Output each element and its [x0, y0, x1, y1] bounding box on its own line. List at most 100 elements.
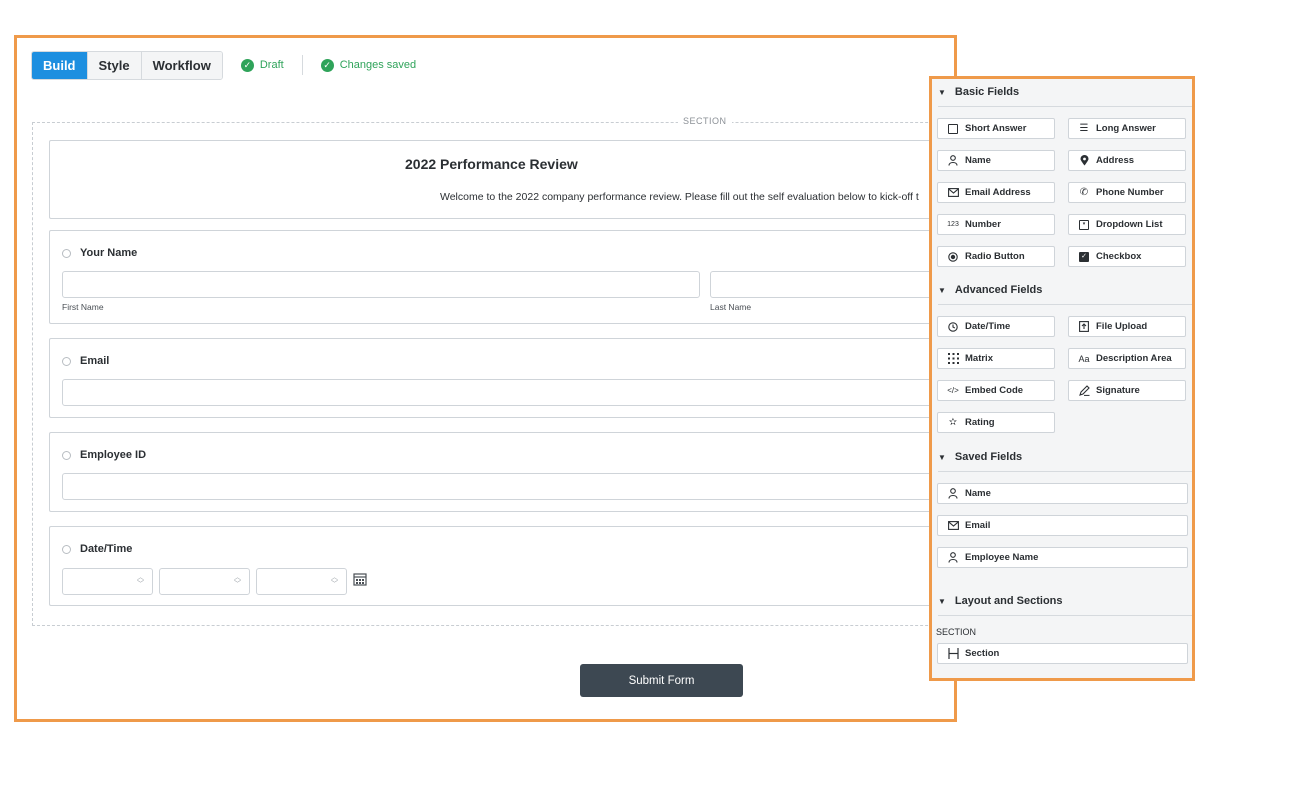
- field-label: Employee ID: [80, 449, 147, 461]
- year-select[interactable]: ︿ ﹀: [256, 568, 347, 595]
- day-select[interactable]: ︿ ﹀: [159, 568, 250, 595]
- code-icon: </>: [947, 386, 959, 395]
- chevron-updown-icon: ︿ ﹀: [234, 574, 241, 588]
- first-name-input[interactable]: [62, 271, 700, 298]
- group-divider: [938, 615, 1192, 616]
- form-title: 2022 Performance Review: [405, 156, 578, 172]
- form-header-card[interactable]: 2022 Performance Review Welcome to the 2…: [49, 140, 954, 219]
- form-description: Welcome to the 2022 company performance …: [440, 191, 919, 203]
- chevron-updown-icon: ︿ ﹀: [331, 574, 338, 588]
- field-label: Dropdown List: [1096, 219, 1163, 230]
- field-phone-number[interactable]: ✆ Phone Number: [1068, 182, 1186, 203]
- field-checkbox[interactable]: ✓ Checkbox: [1068, 246, 1186, 267]
- field-date-time[interactable]: Date/Time: [937, 316, 1055, 337]
- check-circle-icon: ✓: [240, 58, 254, 72]
- field-label: Embed Code: [965, 385, 1024, 396]
- field-handle-icon: [62, 249, 71, 258]
- calendar-icon[interactable]: [353, 572, 367, 589]
- tab-style[interactable]: Style: [87, 51, 142, 79]
- person-icon: [946, 488, 960, 499]
- person-icon: [946, 552, 960, 563]
- field-signature[interactable]: Signature: [1068, 380, 1186, 401]
- caret-down-icon: ▼: [938, 285, 946, 295]
- field-rating[interactable]: ✫ Rating: [937, 412, 1055, 433]
- draft-status-label: Draft: [259, 59, 284, 71]
- field-card-name[interactable]: Your Name First Name Last Name: [49, 230, 954, 324]
- field-label: Your Name: [80, 247, 138, 259]
- first-name-sublabel: First Name: [62, 302, 104, 312]
- field-label: Description Area: [1096, 353, 1172, 364]
- field-label: Signature: [1096, 385, 1140, 396]
- clock-icon: [946, 321, 960, 332]
- text-icon: Aa: [1078, 353, 1090, 364]
- section-icon: [946, 648, 960, 659]
- draft-status: ✓ Draft: [240, 58, 284, 72]
- employee-id-input[interactable]: [62, 473, 954, 500]
- field-address[interactable]: Address: [1068, 150, 1186, 171]
- field-label: Email: [965, 520, 991, 531]
- field-label: Short Answer: [965, 123, 1027, 134]
- email-input[interactable]: [62, 379, 954, 406]
- field-radio-button[interactable]: Radio Button: [937, 246, 1055, 267]
- layout-sublabel: SECTION: [936, 627, 977, 637]
- advanced-fields-header[interactable]: ▼ Advanced Fields: [938, 284, 1042, 296]
- group-title: Saved Fields: [954, 451, 1023, 463]
- group-title: Basic Fields: [954, 86, 1020, 98]
- saved-field-name[interactable]: Name: [937, 483, 1188, 504]
- tab-build[interactable]: Build: [32, 51, 88, 79]
- field-dropdown-list[interactable]: ▾ Dropdown List: [1068, 214, 1186, 235]
- last-name-input[interactable]: [710, 271, 954, 298]
- field-label: Email: [80, 355, 110, 367]
- check-circle-icon: ✓: [320, 58, 334, 72]
- layout-section[interactable]: Section: [937, 643, 1188, 664]
- field-matrix[interactable]: Matrix: [937, 348, 1055, 369]
- field-card-employee-id[interactable]: Employee ID: [49, 432, 954, 512]
- field-handle-icon: [62, 357, 71, 366]
- caret-down-icon: ▼: [938, 596, 946, 606]
- field-name[interactable]: Name: [937, 150, 1055, 171]
- pen-icon: [1077, 385, 1091, 396]
- checkbox-icon: ✓: [1077, 251, 1091, 262]
- toolbar-divider: [301, 55, 303, 75]
- field-number[interactable]: 123 Number: [937, 214, 1055, 235]
- field-card-datetime[interactable]: Date/Time ︿ ﹀ ︿ ﹀ ︿ ﹀: [49, 526, 954, 606]
- month-select[interactable]: ︿ ﹀: [62, 568, 153, 595]
- field-card-email[interactable]: Email: [49, 338, 954, 418]
- tab-workflow[interactable]: Workflow: [141, 51, 222, 79]
- builder-toolbar: Build Style Workflow ✓ Draft ✓ Changes s…: [31, 50, 417, 80]
- radio-icon: [946, 251, 960, 262]
- group-divider: [938, 304, 1192, 305]
- long-answer-icon: ☰: [1079, 123, 1089, 134]
- number-icon: 123: [947, 221, 959, 228]
- layout-sections-header[interactable]: ▼ Layout and Sections: [938, 595, 1063, 607]
- field-label: Rating: [965, 417, 995, 428]
- upload-icon: [1077, 321, 1091, 332]
- field-handle-icon: [62, 451, 71, 460]
- field-label: Section: [965, 648, 1000, 659]
- saved-status-label: Changes saved: [339, 59, 417, 71]
- field-email-address[interactable]: Email Address: [937, 182, 1055, 203]
- field-label: Long Answer: [1096, 123, 1156, 134]
- form-builder: Build Style Workflow ✓ Draft ✓ Changes s…: [14, 35, 957, 722]
- submit-form-button[interactable]: Submit Form: [580, 664, 743, 697]
- field-label: Address: [1096, 155, 1135, 166]
- field-label: Number: [965, 219, 1001, 230]
- saved-status: ✓ Changes saved: [320, 58, 417, 72]
- group-title: Advanced Fields: [954, 284, 1043, 296]
- field-label: Employee Name: [965, 552, 1039, 563]
- field-file-upload[interactable]: File Upload: [1068, 316, 1186, 337]
- person-icon: [946, 155, 960, 166]
- mode-tabs: Build Style Workflow: [31, 50, 223, 80]
- field-label: Checkbox: [1096, 251, 1142, 262]
- basic-fields-header[interactable]: ▼ Basic Fields: [938, 86, 1019, 98]
- caret-down-icon: ▼: [938, 452, 946, 462]
- grid-icon: [946, 353, 960, 364]
- field-embed-code[interactable]: </> Embed Code: [937, 380, 1055, 401]
- field-long-answer[interactable]: ☰ Long Answer: [1068, 118, 1186, 139]
- field-short-answer[interactable]: Short Answer: [937, 118, 1055, 139]
- saved-field-email[interactable]: Email: [937, 515, 1188, 536]
- saved-field-employee-name[interactable]: Employee Name: [937, 547, 1188, 568]
- field-description-area[interactable]: Aa Description Area: [1068, 348, 1186, 369]
- saved-fields-header[interactable]: ▼ Saved Fields: [938, 451, 1022, 463]
- star-icon: ✫: [948, 417, 958, 428]
